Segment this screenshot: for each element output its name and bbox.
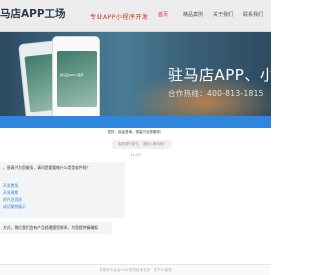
site-header: 马店APP工场 专业APP小程序开发 首页 精品案例 关于我们 联系我们: [0, 0, 271, 32]
message-timestamp: 11:09: [130, 153, 141, 157]
nav-item-cases[interactable]: 精品案例: [178, 0, 208, 31]
phone-screen-text: 驻马店APP小程序: [60, 73, 84, 77]
hero-title: 驻马店APP、小程序开: [168, 66, 271, 84]
hero-hotline: 合作热线：400-813-1815: [168, 89, 264, 98]
quick-link-qualification[interactable]: 的开发资质: [3, 197, 22, 203]
chat-message-area[interactable]: 您好，欢迎咨询，很高兴为您服务！ 客服暂时繁忙，请耐心等待哦~ 11:09 ，很…: [0, 128, 271, 264]
agent-message-text: ，很高兴为您服务，请问您需要做什么类型软件呢？: [3, 165, 91, 170]
nav-item-contact[interactable]: 联系我们: [238, 0, 268, 31]
system-notice: 客服暂时繁忙，请耐心等待哦~: [112, 140, 173, 149]
quick-link-cases[interactable]: 成功案例展示: [3, 204, 26, 210]
agent-notice-bubble: 方式，稍后我们会有产品经理跟您联系，为您提供精确报: [0, 222, 112, 234]
quick-link-cost[interactable]: 开发费用: [3, 183, 18, 189]
brand-logo-text[interactable]: 马店APP工场: [0, 6, 66, 21]
quick-link-period[interactable]: 开发周期: [3, 190, 18, 196]
chat-window-titlebar[interactable]: [0, 116, 271, 128]
brand-slogan: 专业APP小程序开发: [90, 14, 149, 21]
hero-banner: 驻马店APP小程序 驻马店APP、小程序开 合作热线：400-813-1815: [0, 32, 271, 116]
agent-message-bubble: ，很高兴为您服务，请问您需要做什么类型软件呢？ 开发费用 开发周期 的开发资质 …: [0, 162, 125, 218]
phone-screen: 驻马店APP小程序: [57, 51, 97, 107]
chat-greeting: 您好，欢迎咨询，很高兴为您服务！: [107, 130, 164, 134]
phone-mockup-front: 驻马店APP小程序: [52, 36, 100, 116]
powered-by-text[interactable]: 本服务平台由53KF提供技术支持 · 关于53客服: [0, 265, 271, 275]
main-nav: 首页 精品案例 关于我们 联系我们: [148, 0, 268, 31]
nav-item-home[interactable]: 首页: [148, 0, 178, 31]
chat-footer: 本服务平台由53KF提供技术支持 · 关于53客服: [0, 264, 271, 275]
nav-item-about[interactable]: 关于我们: [208, 0, 238, 31]
